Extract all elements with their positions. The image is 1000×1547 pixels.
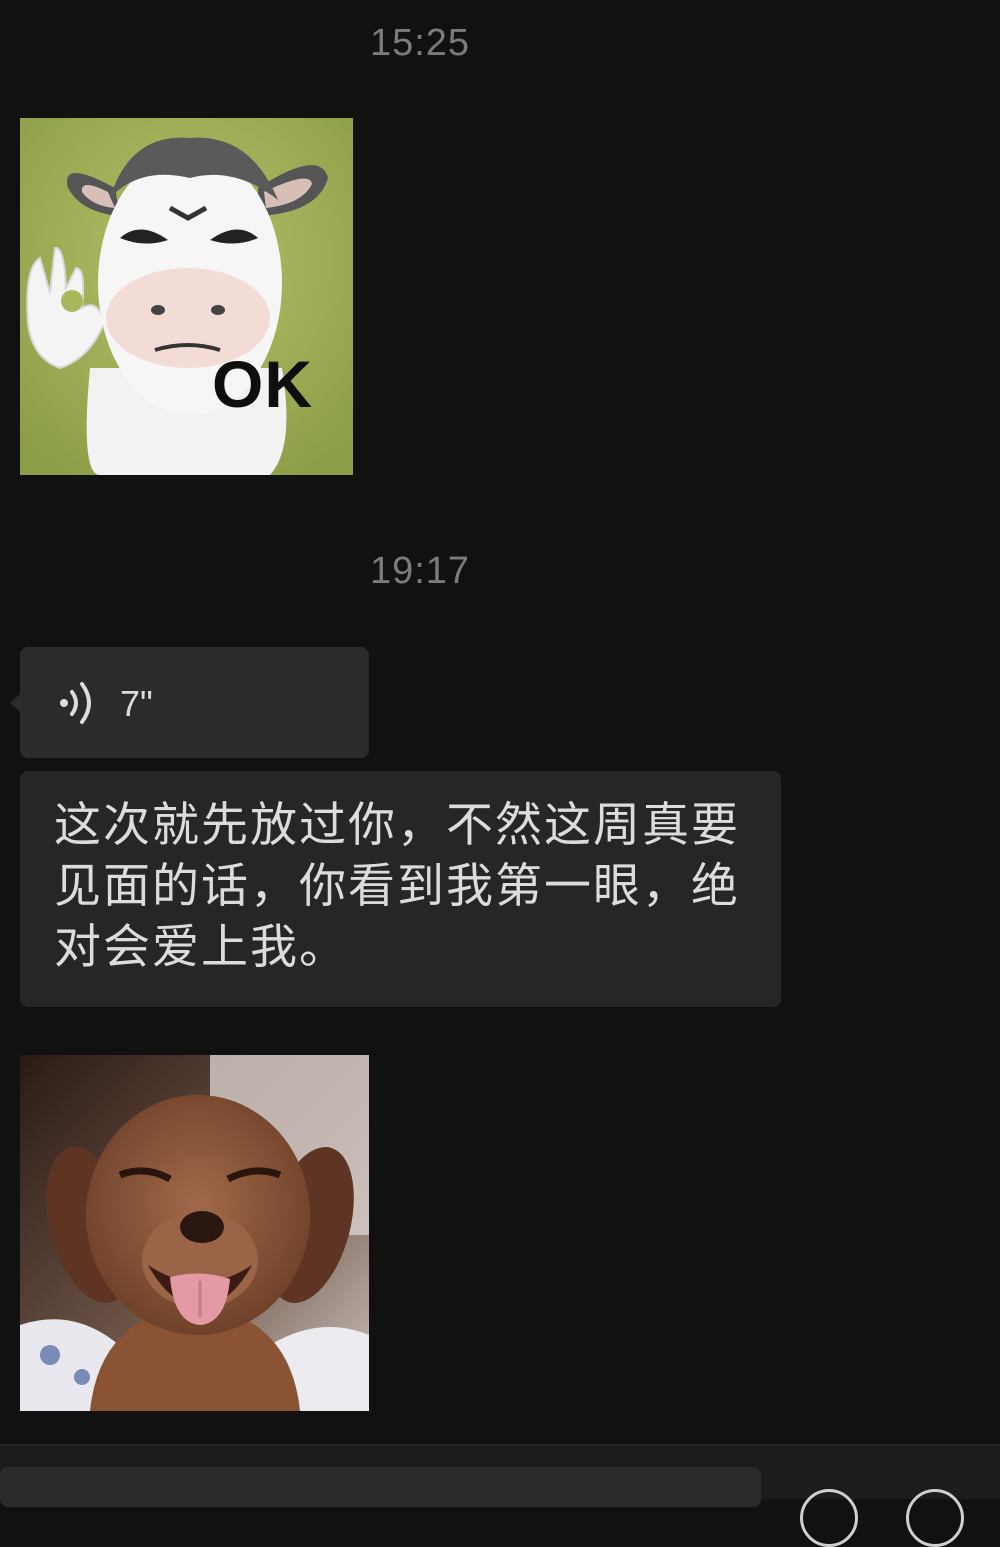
- timestamp: 19:17: [369, 550, 471, 592]
- message-text: 这次就先放过你，不然这周真要见面的话，你看到我第一眼，绝对会爱上我。: [54, 798, 740, 975]
- sticker-caption: OK: [212, 347, 313, 421]
- input-bar: [0, 1444, 1000, 1547]
- laughing-dog-sticker[interactable]: [20, 1055, 369, 1411]
- text-message-bubble[interactable]: 这次就先放过你，不然这周真要见面的话，你看到我第一眼，绝对会爱上我。: [20, 771, 781, 1007]
- timestamp: 15:25: [369, 22, 471, 64]
- bubble-tail: [10, 693, 21, 713]
- voice-duration: 7": [120, 683, 153, 724]
- cow-ok-sticker[interactable]: OK: [20, 118, 353, 475]
- message-input[interactable]: [0, 1467, 761, 1507]
- voice-message-bubble[interactable]: 7": [10, 647, 369, 758]
- dog-sticker-image: [20, 1055, 369, 1411]
- voice-wave-icon: [60, 682, 91, 724]
